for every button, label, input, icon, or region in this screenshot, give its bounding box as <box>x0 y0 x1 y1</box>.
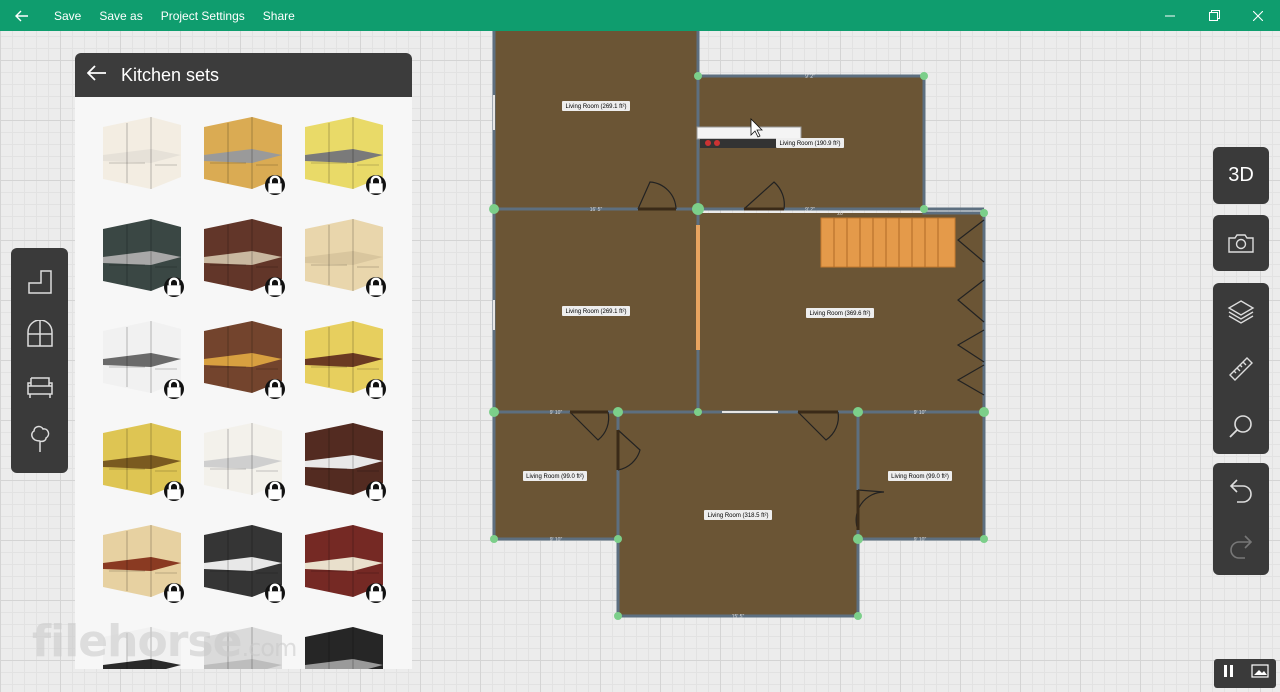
back-arrow-icon[interactable] <box>0 0 44 31</box>
lock-icon <box>366 379 386 399</box>
share-button[interactable]: Share <box>263 9 295 23</box>
catalog-grid <box>75 97 412 669</box>
kitchen-set-item[interactable] <box>291 513 392 607</box>
lock-icon <box>265 175 285 195</box>
dimension-label: 9' 2" <box>805 74 815 80</box>
lock-icon <box>366 277 386 297</box>
kitchen-set-item[interactable] <box>190 513 291 607</box>
save-as-button[interactable]: Save as <box>99 9 142 23</box>
kitchen-set-item[interactable] <box>89 105 190 199</box>
kitchen-set-item[interactable] <box>190 105 291 199</box>
kitchen-set-item[interactable] <box>291 411 392 505</box>
partition-wall[interactable] <box>696 225 700 350</box>
dimension-label: 20 <box>837 211 843 217</box>
kitchen-set-item[interactable] <box>291 309 392 403</box>
catalog-header: Kitchen sets <box>75 53 412 97</box>
close-icon[interactable] <box>1236 0 1280 31</box>
left-tool-rail <box>11 248 68 473</box>
kitchen-set-item[interactable] <box>291 615 392 669</box>
dimension-label: 9' 2" <box>805 207 815 213</box>
pause-icon[interactable] <box>1222 664 1236 683</box>
room-label: Living Room (269.1 ft²) <box>565 104 626 110</box>
room-1[interactable] <box>494 31 698 209</box>
history-group <box>1213 463 1269 575</box>
picture-icon[interactable] <box>1250 664 1269 683</box>
undo-icon[interactable] <box>1219 469 1263 513</box>
camera-icon[interactable] <box>1219 221 1263 265</box>
camera-group <box>1213 215 1269 271</box>
room-label: Living Room (269.1 ft²) <box>565 309 626 315</box>
kitchen-set-item[interactable] <box>190 309 291 403</box>
lock-icon <box>164 481 184 501</box>
staircase[interactable] <box>820 217 956 268</box>
kitchen-set-thumbnail <box>103 117 181 189</box>
minimize-icon[interactable] <box>1148 0 1192 31</box>
kitchen-set-item[interactable] <box>89 513 190 607</box>
dimension-label: 16' 5" <box>590 207 603 213</box>
maximize-icon[interactable] <box>1192 0 1236 31</box>
kitchen-set-item[interactable] <box>291 207 392 301</box>
lock-icon <box>164 379 184 399</box>
kitchen-set-item[interactable] <box>89 411 190 505</box>
lock-icon <box>164 583 184 603</box>
catalog-title: Kitchen sets <box>121 64 220 85</box>
ruler-icon[interactable] <box>1219 347 1263 391</box>
view-3d-button[interactable]: 3D <box>1219 154 1263 198</box>
kitchen-set-item[interactable] <box>89 207 190 301</box>
view-3d-group: 3D <box>1213 147 1269 204</box>
kitchen-set-item[interactable] <box>291 105 392 199</box>
room-label: Living Room (190.9 ft²) <box>779 141 840 147</box>
dimension-label: 9' 10" <box>550 537 563 543</box>
watermark: filehorse.com <box>32 616 297 667</box>
lock-icon <box>265 277 285 297</box>
lock-icon <box>366 481 386 501</box>
dimension-label: 9' 10" <box>550 410 563 416</box>
kitchen-set-item[interactable] <box>190 411 291 505</box>
kitchen-set-item[interactable] <box>190 207 291 301</box>
watermark-text: filehorse <box>32 616 242 667</box>
bottom-right-controls <box>1214 659 1276 688</box>
title-bar: Save Save as Project Settings Share <box>0 0 1280 31</box>
lock-icon <box>265 583 285 603</box>
dimension-label: 9' 10" <box>914 537 927 543</box>
search-icon[interactable] <box>1219 404 1263 448</box>
save-button[interactable]: Save <box>54 9 81 23</box>
room-label: Living Room (318.5 ft²) <box>707 513 768 519</box>
floor-plan-canvas[interactable]: Living Room (269.1 ft²) Living Room (190… <box>480 31 1000 631</box>
room-label: Living Room (99.0 ft²) <box>526 474 584 480</box>
furniture-tool-icon[interactable] <box>20 367 60 407</box>
watermark-suffix: .com <box>241 634 297 662</box>
catalog-panel: Kitchen sets <box>75 53 412 669</box>
plant-tool-icon[interactable] <box>20 419 60 459</box>
lock-icon <box>265 379 285 399</box>
kitchen-set-thumbnail <box>305 627 383 669</box>
lock-icon <box>164 277 184 297</box>
layers-icon[interactable] <box>1219 290 1263 334</box>
project-settings-button[interactable]: Project Settings <box>161 9 245 23</box>
window-tool-icon[interactable] <box>20 314 60 354</box>
room-label: Living Room (99.0 ft²) <box>891 474 949 480</box>
room-label: Living Room (369.6 ft²) <box>809 311 870 317</box>
back-arrow-icon[interactable] <box>86 64 107 86</box>
redo-icon[interactable] <box>1219 525 1263 569</box>
kitchen-set-item[interactable] <box>89 309 190 403</box>
lock-icon <box>265 481 285 501</box>
lock-icon <box>366 583 386 603</box>
rooms <box>494 31 984 616</box>
dimension-label: 15' 5" <box>732 614 745 620</box>
wall-tool-icon[interactable] <box>20 262 60 302</box>
lock-icon <box>366 175 386 195</box>
dimension-label: 9' 10" <box>914 410 927 416</box>
tools-group <box>1213 283 1269 454</box>
